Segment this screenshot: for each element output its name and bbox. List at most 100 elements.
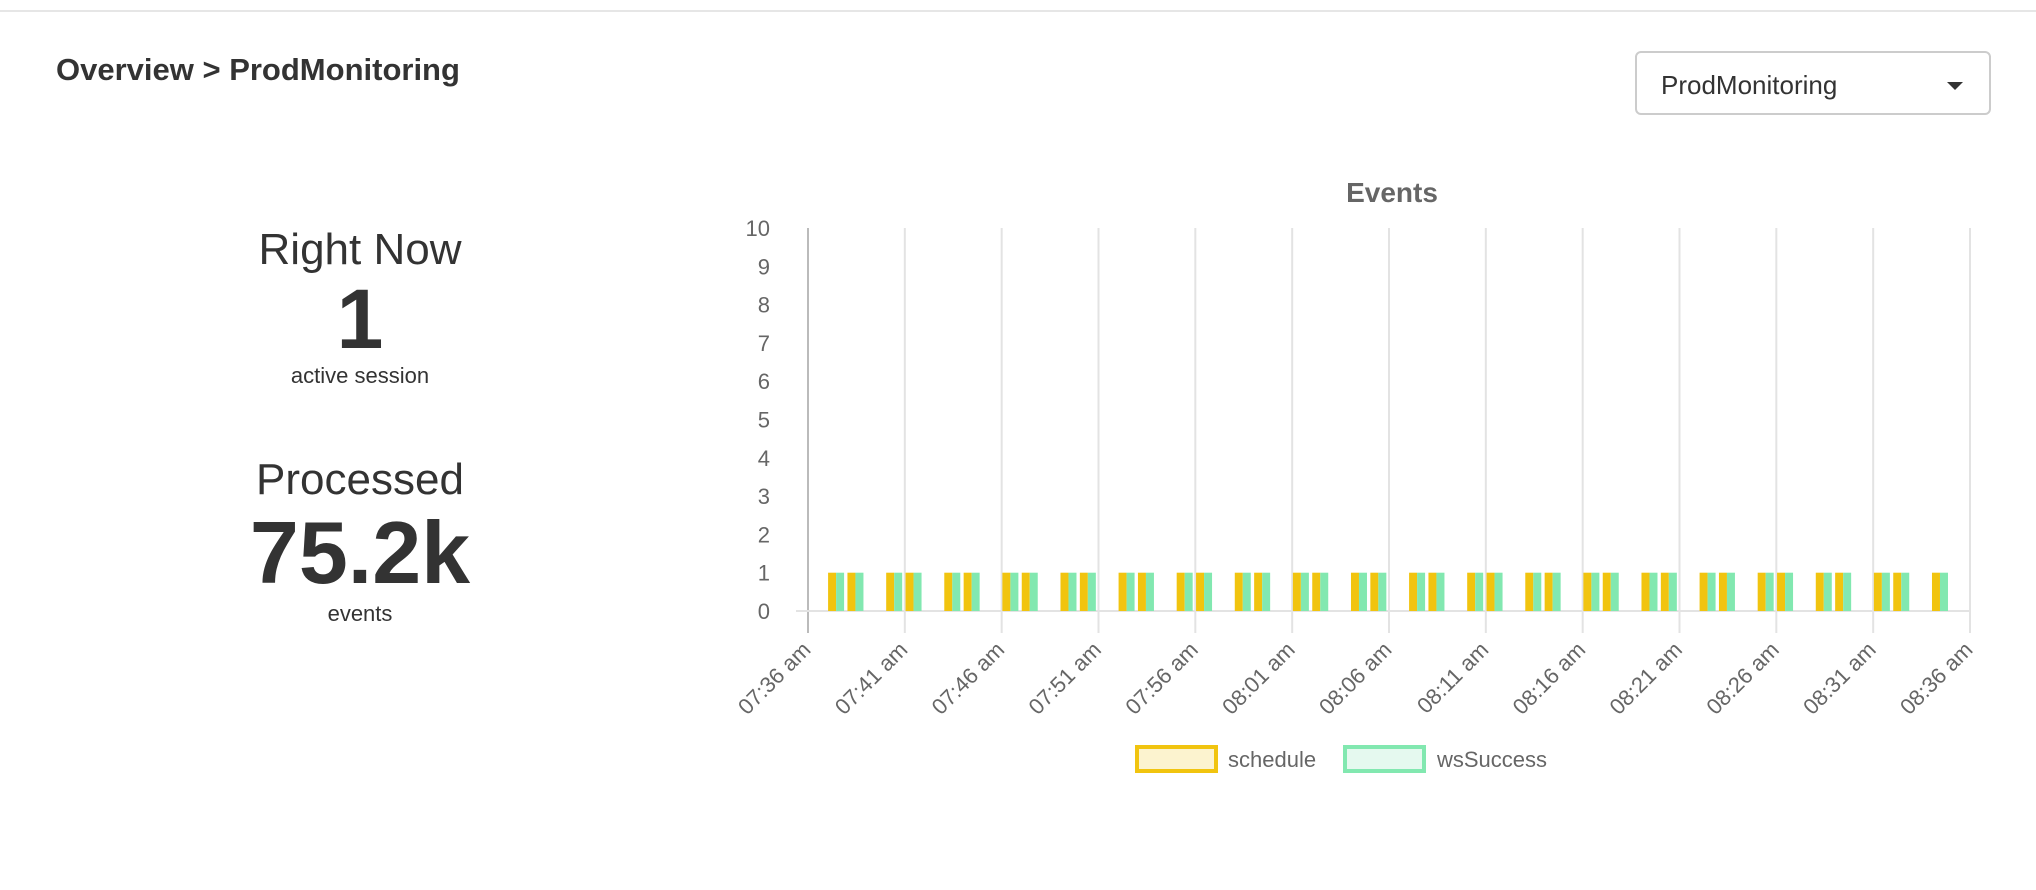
bar-schedule xyxy=(1873,572,1882,611)
bar-wssuccess xyxy=(1417,572,1426,611)
bar-wssuccess xyxy=(1765,572,1774,611)
bar-schedule xyxy=(1292,572,1301,611)
bar-wssuccess xyxy=(1204,572,1213,611)
bar-wssuccess xyxy=(1901,572,1910,611)
bar-schedule xyxy=(1002,572,1011,611)
bar-wssuccess xyxy=(1881,572,1890,611)
bar-wssuccess xyxy=(1707,572,1716,611)
bar-wssuccess xyxy=(1378,572,1387,611)
y-tick-label: 0 xyxy=(758,599,770,624)
bar-schedule xyxy=(1060,572,1069,611)
x-tick-label: 07:46 am xyxy=(927,637,1010,720)
events-chart: Events 07:36 am 07:41 am 07:46 am 07:51 am 0… xyxy=(733,177,1978,720)
x-tick-label: 07:36 am xyxy=(733,637,816,720)
bar-wssuccess xyxy=(1145,572,1154,611)
bar-wssuccess xyxy=(1087,572,1096,611)
bar-schedule xyxy=(1196,572,1205,611)
bar-schedule xyxy=(886,572,895,611)
bar-wssuccess xyxy=(1068,572,1077,611)
x-tick-label: 08:36 am xyxy=(1895,637,1978,720)
bar-schedule xyxy=(1893,572,1902,611)
y-tick-label: 2 xyxy=(758,522,770,547)
bar-schedule xyxy=(1409,572,1418,611)
legend-swatch-wssuccess xyxy=(1343,745,1426,773)
bar-schedule xyxy=(1350,572,1359,611)
bar-wssuccess xyxy=(971,572,980,611)
bar-schedule xyxy=(1428,572,1437,611)
bar-wssuccess xyxy=(1242,572,1251,611)
bar-schedule xyxy=(1118,572,1127,611)
bar-schedule xyxy=(1467,572,1476,611)
bar-schedule xyxy=(1583,572,1592,611)
bar-wssuccess xyxy=(1494,572,1503,611)
bar-wssuccess xyxy=(1823,572,1832,611)
y-tick-label: 4 xyxy=(758,446,770,471)
bar-schedule xyxy=(963,572,972,611)
x-tick-label: 08:21 am xyxy=(1604,637,1687,720)
bar-wssuccess xyxy=(952,572,961,611)
bar-schedule xyxy=(1815,572,1824,611)
bar-wssuccess xyxy=(1436,572,1445,611)
bar-wssuccess xyxy=(1533,572,1542,611)
x-tick-label: 07:51 am xyxy=(1023,637,1106,720)
bar-wssuccess xyxy=(1610,572,1619,611)
chart-title: Events xyxy=(1346,177,1438,208)
bar-wssuccess xyxy=(1262,572,1271,611)
bar-wssuccess xyxy=(913,572,922,611)
bar-wssuccess xyxy=(1320,572,1329,611)
bar-schedule xyxy=(1176,572,1185,611)
bar-wssuccess xyxy=(1649,572,1658,611)
x-tick-label: 08:01 am xyxy=(1217,637,1300,720)
bar-schedule xyxy=(1660,572,1669,611)
bar-wssuccess xyxy=(894,572,903,611)
x-tick-label: 08:16 am xyxy=(1508,637,1591,720)
y-tick-label: 5 xyxy=(758,408,770,433)
legend-label-schedule: schedule xyxy=(1228,747,1317,772)
x-tick-label: 07:56 am xyxy=(1120,637,1203,720)
y-tick-label: 10 xyxy=(746,216,770,241)
bar-schedule xyxy=(1777,572,1786,611)
legend-swatch-schedule xyxy=(1135,745,1218,773)
bar-wssuccess xyxy=(1475,572,1484,611)
x-tick-label: 07:41 am xyxy=(830,637,913,720)
x-tick-label: 08:11 am xyxy=(1412,637,1493,718)
bar-wssuccess xyxy=(1126,572,1135,611)
bar-schedule xyxy=(1525,572,1534,611)
bar-schedule xyxy=(905,572,914,611)
bar-schedule xyxy=(1544,572,1553,611)
bar-schedule xyxy=(1835,572,1844,611)
bar-wssuccess xyxy=(1785,572,1794,611)
bar-schedule xyxy=(1079,572,1088,611)
bar-schedule xyxy=(1699,572,1708,611)
bar-schedule xyxy=(1931,572,1940,611)
y-tick-label: 7 xyxy=(758,331,770,356)
bar-schedule xyxy=(944,572,953,611)
bar-wssuccess xyxy=(1843,572,1852,611)
bar-wssuccess xyxy=(1010,572,1019,611)
bar-schedule xyxy=(1602,572,1611,611)
x-tick-label: 08:26 am xyxy=(1701,637,1784,720)
bar-schedule xyxy=(1234,572,1243,611)
bar-schedule xyxy=(1370,572,1379,611)
y-tick-label: 3 xyxy=(758,484,770,509)
y-tick-label: 9 xyxy=(758,254,770,279)
bar-schedule xyxy=(1254,572,1263,611)
legend-label-wssuccess: wsSuccess xyxy=(1437,747,1548,772)
y-tick-label: 8 xyxy=(758,293,770,318)
bar-wssuccess xyxy=(1591,572,1600,611)
bar-wssuccess xyxy=(1552,572,1561,611)
bar-schedule xyxy=(1718,572,1727,611)
x-tick-label: 08:31 am xyxy=(1798,637,1881,720)
bar-schedule xyxy=(1312,572,1321,611)
bar-schedule xyxy=(847,572,856,611)
bar-wssuccess xyxy=(1358,572,1367,611)
bar-wssuccess xyxy=(1939,572,1948,611)
bar-wssuccess xyxy=(836,572,845,611)
bar-wssuccess xyxy=(855,572,864,611)
bar-schedule xyxy=(1021,572,1030,611)
bar-schedule xyxy=(1757,572,1766,611)
bar-wssuccess xyxy=(1300,572,1309,611)
x-tick-label: 08:06 am xyxy=(1314,637,1397,720)
bar-schedule xyxy=(828,572,837,611)
bar-wssuccess xyxy=(1668,572,1677,611)
